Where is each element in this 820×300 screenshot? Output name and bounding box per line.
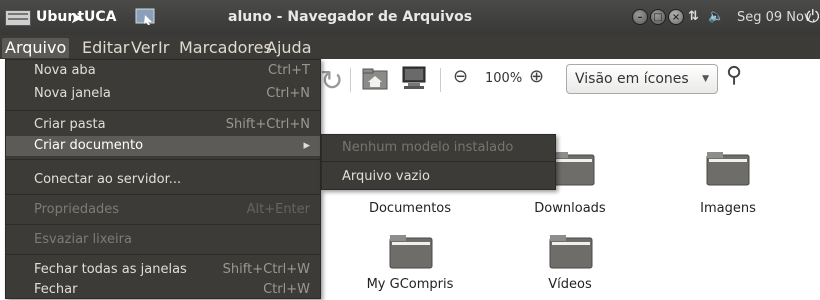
menu-marcadores[interactable]: Marcadores	[176, 38, 275, 58]
toolbar-separator	[440, 68, 441, 92]
chevron-down-icon: ▼	[702, 74, 709, 84]
menu-separator	[6, 194, 320, 195]
menu-separator	[322, 161, 555, 162]
menu-item-accel: Shift+Ctrl+W	[222, 262, 310, 277]
view-mode-select[interactable]: Visão em ícones ▼	[566, 64, 718, 94]
folder-icon[interactable]	[549, 233, 593, 269]
file-label-my-gcompris[interactable]: My GCompris	[350, 277, 470, 292]
folder-icon[interactable]	[389, 233, 433, 269]
file-label-documentos[interactable]: Documentos	[350, 201, 470, 216]
menu-item-label: Criar pasta	[34, 117, 106, 132]
menu-item-label: Fechar	[34, 282, 78, 297]
close-button[interactable]: ×	[668, 9, 684, 25]
window-title: aluno - Navegador de Arquivos	[228, 9, 473, 25]
folder-icon[interactable]	[551, 150, 595, 186]
menu-item-fechar-todas[interactable]: Fechar todas as janelas Shift+Ctrl+W	[6, 260, 320, 280]
menu-item-nova-janela[interactable]: Nova janela Ctrl+N	[6, 84, 320, 104]
view-mode-value: Visão em ícones	[575, 71, 689, 87]
menu-item-label: Fechar todas as janelas	[34, 262, 187, 277]
menu-item-conectar-servidor[interactable]: Conectar ao servidor...	[6, 170, 320, 190]
zoom-out-icon[interactable]: ⊖	[453, 66, 468, 87]
submenu-item-arquivo-vazio[interactable]: Arquivo vazio	[322, 166, 555, 188]
network-icon[interactable]: ⇅	[688, 9, 699, 24]
menu-item-label: Criar documento	[34, 138, 144, 153]
file-menu: Nova aba Ctrl+T Nova janela Ctrl+N Criar p…	[5, 59, 321, 299]
home-icon[interactable]	[362, 68, 388, 90]
ubuntu-menu-icon[interactable]	[5, 10, 31, 26]
menu-item-propriedades: Propriedades Alt+Enter	[6, 200, 320, 220]
menu-separator	[6, 159, 320, 160]
chevron-right-icon: ▸	[303, 138, 310, 153]
menu-item-label: Nova aba	[34, 63, 96, 78]
launcher-icon[interactable]	[135, 8, 157, 26]
zoom-in-icon[interactable]: ⊕	[529, 66, 544, 87]
file-label-videos[interactable]: Vídeos	[510, 277, 630, 292]
mouse-cursor-icon: ➤	[70, 8, 84, 27]
menu-ir[interactable]: Ir	[155, 38, 172, 58]
menu-item-accel: Ctrl+W	[263, 282, 310, 297]
create-document-submenu: Nenhum modelo instalado Arquivo vazio	[321, 134, 556, 190]
menu-item-accel: Ctrl+N	[266, 86, 310, 101]
folder-icon[interactable]	[706, 150, 750, 186]
menu-item-fechar[interactable]: Fechar Ctrl+W	[6, 280, 320, 300]
volume-icon[interactable]: 🔈	[708, 9, 724, 24]
menu-separator	[6, 110, 320, 111]
menu-item-criar-documento[interactable]: Criar documento ▸	[6, 136, 320, 156]
menu-item-accel: Alt+Enter	[246, 202, 310, 217]
menu-item-label: Conectar ao servidor...	[34, 172, 182, 187]
menu-separator	[6, 254, 320, 255]
toolbar-separator	[350, 68, 351, 92]
menu-item-accel: Ctrl+T	[268, 63, 310, 78]
menu-item-label: Esvaziar lixeira	[34, 232, 132, 247]
menu-item-label: Propriedades	[34, 202, 120, 217]
menu-item-criar-pasta[interactable]: Criar pasta Shift+Ctrl+N	[6, 115, 320, 135]
file-label-imagens[interactable]: Imagens	[668, 201, 788, 216]
menu-item-label: Nova janela	[34, 86, 111, 101]
power-icon[interactable]: ⏻	[806, 7, 819, 27]
file-label-downloads[interactable]: Downloads	[510, 201, 630, 216]
zoom-level[interactable]: 100%	[485, 71, 522, 86]
menu-ajuda[interactable]: Ajuda	[263, 38, 315, 58]
search-icon[interactable]: ⚲	[726, 63, 742, 88]
computer-icon[interactable]	[401, 66, 427, 90]
menu-item-accel: Shift+Ctrl+N	[225, 117, 310, 132]
submenu-item-nenhum-modelo: Nenhum modelo instalado	[342, 140, 514, 155]
maximize-button[interactable]: □	[650, 9, 666, 25]
menu-item-nova-aba[interactable]: Nova aba Ctrl+T	[6, 61, 320, 81]
menu-editar[interactable]: Editar	[79, 38, 132, 58]
menu-item-esvaziar-lixeira: Esvaziar lixeira	[6, 230, 320, 250]
minimize-button[interactable]: –	[632, 9, 648, 25]
reload-icon[interactable]: ↻	[320, 64, 343, 97]
menu-separator	[6, 224, 320, 225]
menu-arquivo[interactable]: Arquivo	[2, 38, 70, 58]
